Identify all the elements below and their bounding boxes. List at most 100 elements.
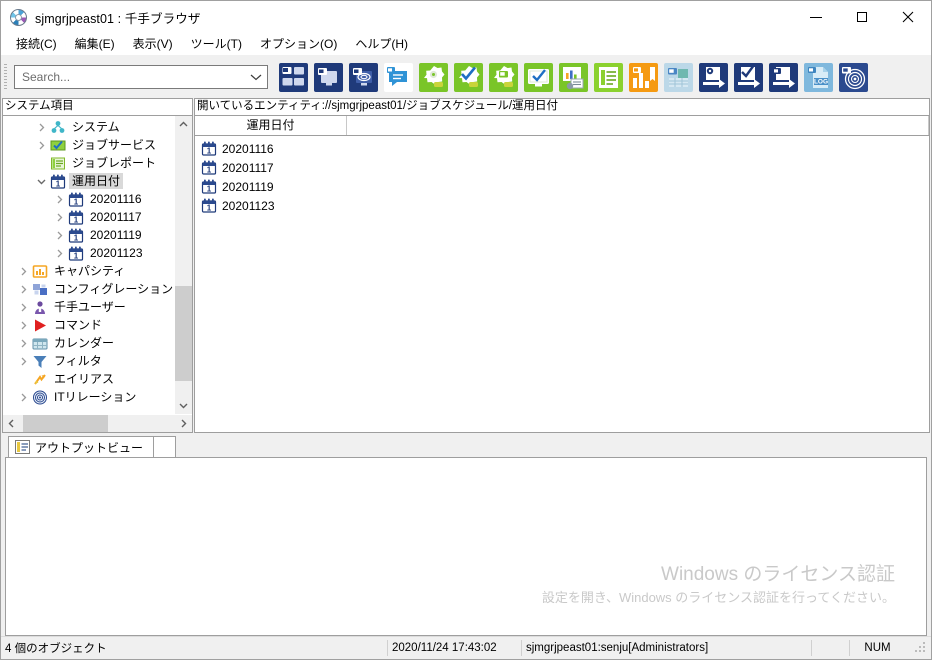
sidebar-item-1[interactable]: ジョブサービス	[3, 136, 174, 154]
sidebar-item-label: 20201119	[90, 228, 142, 242]
sidebar-item-5[interactable]: 1 20201117	[3, 208, 174, 226]
sidebar-item-8[interactable]: キャパシティ	[3, 262, 174, 280]
calendar-grid-icon[interactable]	[663, 62, 694, 93]
chevron-right-icon[interactable]	[33, 123, 49, 132]
column-header-blank[interactable]	[347, 116, 929, 135]
tab-output-view[interactable]: アウトプットビュー	[8, 436, 155, 457]
svg-text:1: 1	[73, 197, 78, 206]
sidebar-item-0[interactable]: システム	[3, 118, 174, 136]
output-text-area[interactable]	[5, 457, 927, 636]
list-item[interactable]: 1 20201123	[195, 196, 929, 215]
list-rows: 1 20201116 1 20201117 1 20201119 1 20201123	[195, 136, 929, 432]
toolbar-grip[interactable]	[4, 64, 7, 90]
monitor-single-icon[interactable]	[313, 62, 344, 93]
output-view-area: アウトプットビュー Windows のライセンス認証 設定を開き、Windows…	[1, 433, 931, 636]
svg-text:1: 1	[55, 179, 60, 188]
sidebar-item-12[interactable]: カレンダー	[3, 334, 174, 352]
it-relation-icon[interactable]	[838, 62, 869, 93]
sidebar-item-6[interactable]: 1 20201119	[3, 226, 174, 244]
export-settings-icon[interactable]	[698, 62, 729, 93]
tree-vertical-scrollbar[interactable]	[174, 116, 192, 414]
scroll-up-icon[interactable]	[175, 116, 192, 133]
maximize-icon[interactable]	[839, 1, 885, 33]
sidebar-item-4[interactable]: 1 20201116	[3, 190, 174, 208]
menu-view[interactable]: 表示(V)	[124, 34, 182, 54]
sidebar-item-3[interactable]: 1 運用日付	[3, 172, 174, 190]
tree-scroll-thumb[interactable]	[175, 286, 192, 382]
content-pane: 開いているエンティティ://sjmgrjpeast01/ジョブスケジュール/運用…	[194, 98, 930, 433]
job-service-icon	[49, 137, 66, 153]
scroll-left-icon[interactable]	[3, 415, 20, 432]
list-item[interactable]: 1 20201116	[195, 139, 929, 158]
tree-horizontal-scrollbar[interactable]	[3, 414, 192, 432]
screen-check-icon[interactable]	[523, 62, 554, 93]
export-monitor-icon[interactable]	[768, 62, 799, 93]
app-window: sjmgrjpeast01 : 千手ブラウザ 接続(C) 編集(E) 表示(V)…	[0, 0, 932, 660]
capacity-chart-icon[interactable]	[628, 62, 659, 93]
report-chart-icon[interactable]	[558, 62, 589, 93]
sidebar-item-10[interactable]: 千手ユーザー	[3, 298, 174, 316]
chevron-right-icon[interactable]	[15, 285, 31, 294]
search-input[interactable]	[15, 66, 245, 88]
menu-bar: 接続(C) 編集(E) 表示(V) ツール(T) オプション(O) ヘルプ(H)	[1, 33, 931, 55]
log-icon[interactable]: LOG	[803, 62, 834, 93]
tree-hscroll-thumb[interactable]	[23, 415, 109, 432]
monitor-network-icon[interactable]	[348, 62, 379, 93]
sidebar-item-14[interactable]: エイリアス	[3, 370, 174, 388]
chevron-right-icon[interactable]	[51, 249, 67, 258]
sidebar-item-label: フィルタ	[54, 354, 102, 368]
tree-scroll-track[interactable]	[175, 133, 192, 397]
chevron-right-icon[interactable]	[15, 267, 31, 276]
chevron-right-icon[interactable]	[15, 357, 31, 366]
sidebar-item-13[interactable]: フィルタ	[3, 352, 174, 370]
sidebar-item-7[interactable]: 1 20201123	[3, 244, 174, 262]
sidebar-item-label: カレンダー	[54, 336, 115, 350]
menu-edit[interactable]: 編集(E)	[66, 34, 124, 54]
chevron-down-icon[interactable]	[33, 177, 49, 186]
message-icon[interactable]	[383, 62, 414, 93]
status-bar: 4 個のオブジェクト 2020/11/24 17:43:02 sjmgrjpea…	[1, 636, 931, 659]
tab-output-view-label: アウトプットビュー	[35, 440, 144, 455]
job-report-icon[interactable]	[593, 62, 624, 93]
svg-text:1: 1	[207, 146, 212, 155]
menu-connect[interactable]: 接続(C)	[7, 34, 66, 54]
scroll-down-icon[interactable]	[175, 397, 192, 414]
chevron-down-icon[interactable]	[245, 66, 267, 88]
chevron-right-icon[interactable]	[15, 339, 31, 348]
resize-grip-icon[interactable]	[914, 641, 928, 655]
chevron-right-icon[interactable]	[15, 393, 31, 402]
chevron-right-icon[interactable]	[15, 303, 31, 312]
menu-help[interactable]: ヘルプ(H)	[346, 34, 417, 54]
list-item[interactable]: 1 20201117	[195, 158, 929, 177]
list-item-label: 20201116	[222, 141, 274, 156]
node-settings-icon[interactable]	[418, 62, 449, 93]
sidebar-item-2[interactable]: ジョブレポート	[3, 154, 174, 172]
column-header-date[interactable]: 運用日付	[195, 116, 347, 135]
sidebar-item-label: 20201123	[90, 246, 143, 260]
list-item[interactable]: 1 20201119	[195, 177, 929, 196]
calendar-date-icon: 1	[67, 227, 84, 243]
toolbar: LOG	[1, 55, 931, 98]
chevron-right-icon[interactable]	[33, 141, 49, 150]
chevron-right-icon[interactable]	[51, 195, 67, 204]
export-check-icon[interactable]	[733, 62, 764, 93]
sidebar-item-15[interactable]: ITリレーション	[3, 388, 174, 406]
monitor-group-icon[interactable]	[278, 62, 309, 93]
svg-text:1: 1	[207, 184, 212, 193]
tree-hscroll-track[interactable]	[20, 415, 175, 432]
svg-text:1: 1	[73, 251, 78, 260]
sidebar-item-9[interactable]: コンフィグレーション	[3, 280, 174, 298]
node-check-icon[interactable]	[453, 62, 484, 93]
menu-tools[interactable]: ツール(T)	[182, 34, 251, 54]
scroll-right-icon[interactable]	[175, 415, 192, 432]
menu-options[interactable]: オプション(O)	[251, 34, 346, 54]
chevron-right-icon[interactable]	[51, 231, 67, 240]
search-combo[interactable]	[14, 65, 268, 89]
close-icon[interactable]	[885, 1, 931, 33]
tree-container: システム ジョブサービス ジョブレポート 1 運用日付 1 20201116 1 2020111…	[2, 115, 193, 433]
chevron-right-icon[interactable]	[15, 321, 31, 330]
node-monitor-icon[interactable]	[488, 62, 519, 93]
chevron-right-icon[interactable]	[51, 213, 67, 222]
minimize-icon[interactable]	[793, 1, 839, 33]
sidebar-item-11[interactable]: コマンド	[3, 316, 174, 334]
